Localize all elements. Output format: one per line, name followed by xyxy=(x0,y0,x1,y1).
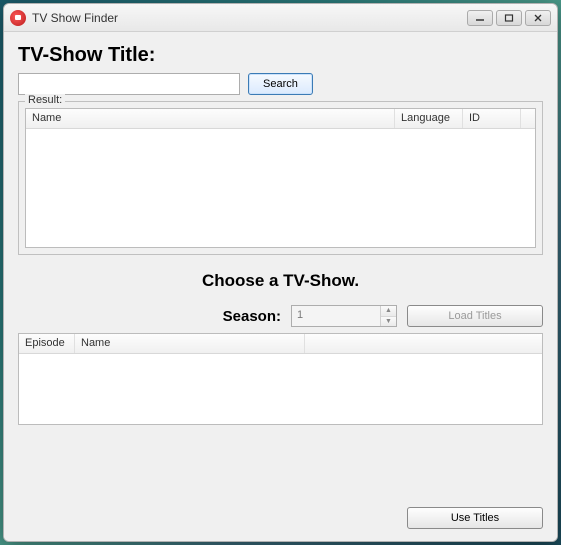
col-ep-name[interactable]: Name xyxy=(75,334,305,353)
result-legend: Result: xyxy=(25,94,65,106)
use-titles-button[interactable]: Use Titles xyxy=(407,507,543,529)
app-icon xyxy=(10,10,26,26)
minimize-button[interactable] xyxy=(467,10,493,26)
window-buttons xyxy=(467,10,551,26)
result-body[interactable] xyxy=(26,129,535,247)
result-header: Name Language ID xyxy=(26,109,535,129)
result-listview[interactable]: Name Language ID xyxy=(25,108,536,248)
window-title: TV Show Finder xyxy=(32,11,467,25)
maximize-button[interactable] xyxy=(496,10,522,26)
col-ep-spacer xyxy=(305,334,542,353)
episodes-body[interactable] xyxy=(19,354,542,424)
spinner-up[interactable]: ▲ xyxy=(381,306,396,316)
season-value: 1 xyxy=(292,306,380,326)
title-input[interactable] xyxy=(18,73,240,95)
client-area: TV-Show Title: Search Result: Name Langu… xyxy=(4,32,557,541)
col-episode[interactable]: Episode xyxy=(19,334,75,353)
app-window: TV Show Finder TV-Show Title: Search Res… xyxy=(3,3,558,542)
spinner-arrows: ▲ ▼ xyxy=(380,306,396,326)
close-icon xyxy=(533,14,543,22)
col-id[interactable]: ID xyxy=(463,109,521,128)
load-titles-button[interactable]: Load Titles xyxy=(407,305,543,327)
season-row: Season: 1 ▲ ▼ Load Titles xyxy=(18,305,543,327)
col-name[interactable]: Name xyxy=(26,109,395,128)
episodes-listview[interactable]: Episode Name xyxy=(18,333,543,425)
result-group: Result: Name Language ID xyxy=(18,101,543,255)
minimize-icon xyxy=(475,14,485,22)
col-spacer xyxy=(521,109,535,128)
season-spinner[interactable]: 1 ▲ ▼ xyxy=(291,305,397,327)
close-button[interactable] xyxy=(525,10,551,26)
titlebar[interactable]: TV Show Finder xyxy=(4,4,557,32)
spinner-down[interactable]: ▼ xyxy=(381,316,396,327)
choose-label: Choose a TV-Show. xyxy=(18,271,543,291)
maximize-icon xyxy=(504,14,514,22)
season-label: Season: xyxy=(223,308,281,325)
col-language[interactable]: Language xyxy=(395,109,463,128)
title-label: TV-Show Title: xyxy=(18,44,543,67)
footer: Use Titles xyxy=(18,499,543,529)
search-row: Search xyxy=(18,73,543,95)
search-button[interactable]: Search xyxy=(248,73,313,95)
episodes-header: Episode Name xyxy=(19,334,542,354)
